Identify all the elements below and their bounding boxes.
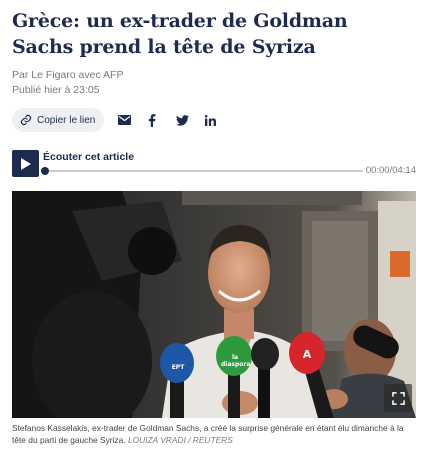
- article-photo: la diaspora EPT A: [12, 191, 416, 418]
- mic-logo-blue: EPT: [171, 364, 185, 371]
- copy-link-button[interactable]: Copier le lien: [12, 108, 105, 132]
- link-icon: [20, 114, 32, 126]
- expand-icon: [391, 391, 405, 405]
- play-button[interactable]: [12, 150, 39, 177]
- byline: Par Le Figaro avec AFP: [12, 69, 124, 81]
- article-headline: Grèce: un ex-trader de Goldman Sachs pre…: [12, 10, 348, 58]
- photo-illustration: [12, 191, 416, 418]
- audio-time: 00:00/04:14: [365, 165, 416, 176]
- mic-logo-green: la diaspora: [221, 354, 251, 368]
- photo-caption-block: Stefanos Kasselakis, ex-trader de Goldma…: [12, 422, 416, 446]
- mic-logo-red: A: [302, 348, 312, 361]
- mail-icon[interactable]: [116, 112, 132, 128]
- share-bar: Copier le lien: [12, 108, 218, 132]
- article-meta: Par Le Figaro avec AFP Publié hier à 23:…: [12, 68, 123, 98]
- photo-credit: LOUIZA VRADI / REUTERS: [127, 435, 233, 445]
- play-icon: [20, 157, 31, 170]
- audio-progress-track[interactable]: [45, 170, 363, 172]
- twitter-icon[interactable]: [174, 112, 190, 128]
- facebook-icon[interactable]: [144, 112, 160, 128]
- audio-progress-handle[interactable]: [41, 167, 49, 175]
- copy-link-label: Copier le lien: [37, 114, 96, 126]
- publish-time: Publié hier à 23:05: [12, 84, 100, 96]
- audio-label: Écouter cet article: [43, 151, 135, 163]
- fullscreen-button[interactable]: [384, 384, 412, 412]
- linkedin-icon[interactable]: [202, 112, 218, 128]
- audio-player: Écouter cet article 00:00/04:14: [12, 149, 416, 179]
